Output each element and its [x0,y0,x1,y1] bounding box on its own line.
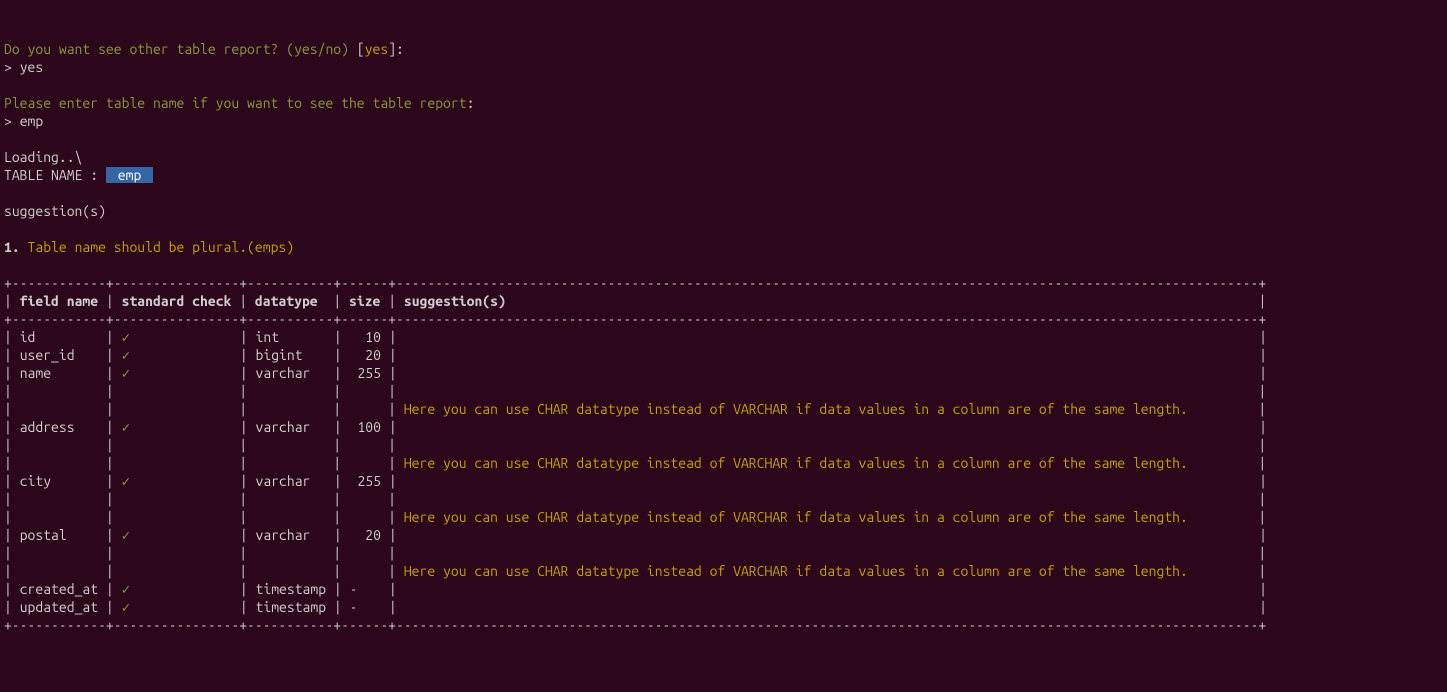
prompt-question-1: Do you want see other table report? (yes… [4,41,357,57]
prompt-question-2: Please enter table name if you want to s… [4,95,467,111]
datatype-cell: varchar [256,365,327,381]
suggestion-cell [405,599,1252,615]
suggestion-cell [405,473,1252,489]
datatype-cell: varchar [256,419,327,435]
table-divider: +------------+----------------+---------… [4,275,1266,291]
size-cell: - [350,581,381,597]
field-name-cell: name [20,365,98,381]
field-name-cell: updated_at [20,599,98,615]
suggestion-number: 1. [4,239,28,255]
datatype-cell: varchar [256,527,327,543]
suggestion-1-text: Table name should be plural.(emps) [28,239,295,255]
suggestion-cell [405,581,1252,597]
field-name-cell: postal [20,527,98,543]
suggestion-cell [405,347,1252,363]
bracket-open: [ [357,41,365,57]
suggestion-text-cell: Here you can use CHAR datatype instead o… [404,401,1251,417]
size-cell: 20 [350,527,381,543]
table-divider: +------------+----------------+---------… [4,617,1266,633]
prompt-default-1: yes [365,41,389,57]
table-header-cell: datatype [255,293,326,309]
size-cell: 255 [350,473,381,489]
field-name-cell: user_id [20,347,98,363]
answer-1[interactable]: yes [20,59,44,75]
table-header-cell: size [349,293,380,309]
size-cell: 20 [350,347,381,363]
suggestion-cell [405,527,1252,543]
loading-text: Loading..\ [4,149,82,165]
field-name-cell: address [20,419,98,435]
datatype-cell: timestamp [256,599,327,615]
table-header-cell: field name [20,293,98,309]
datatype-cell: bigint [256,347,327,363]
table-header-cell: suggestion(s) [404,293,1251,309]
suggestion-cell [405,329,1252,345]
answer-2[interactable]: emp [20,113,44,129]
size-cell: 10 [350,329,381,345]
table-divider: +------------+----------------+---------… [4,311,1266,327]
datatype-cell: int [256,329,327,345]
suggestion-text-cell: Here you can use CHAR datatype instead o… [404,509,1251,525]
size-cell: 100 [350,419,381,435]
table-name-label: TABLE NAME : [4,167,106,183]
size-cell: 255 [350,365,381,381]
colon: : [467,95,475,111]
suggestion-cell [405,365,1252,381]
terminal-output: Do you want see other table report? (yes… [4,40,1447,634]
field-name-cell: created_at [20,581,98,597]
caret-2: > [4,113,20,129]
caret-1: > [4,59,20,75]
table-name-value: emp [106,167,153,183]
field-name-cell: city [20,473,98,489]
suggestions-header: suggestion(s) [4,203,106,219]
datatype-cell: varchar [256,473,327,489]
table-header-cell: standard check [122,293,232,309]
suggestion-text-cell: Here you can use CHAR datatype instead o… [404,455,1251,471]
suggestion-cell [405,419,1252,435]
datatype-cell: timestamp [256,581,327,597]
field-name-cell: id [20,329,98,345]
size-cell: - [350,599,381,615]
suggestion-text-cell: Here you can use CHAR datatype instead o… [404,563,1251,579]
bracket-close: ]: [388,41,404,57]
